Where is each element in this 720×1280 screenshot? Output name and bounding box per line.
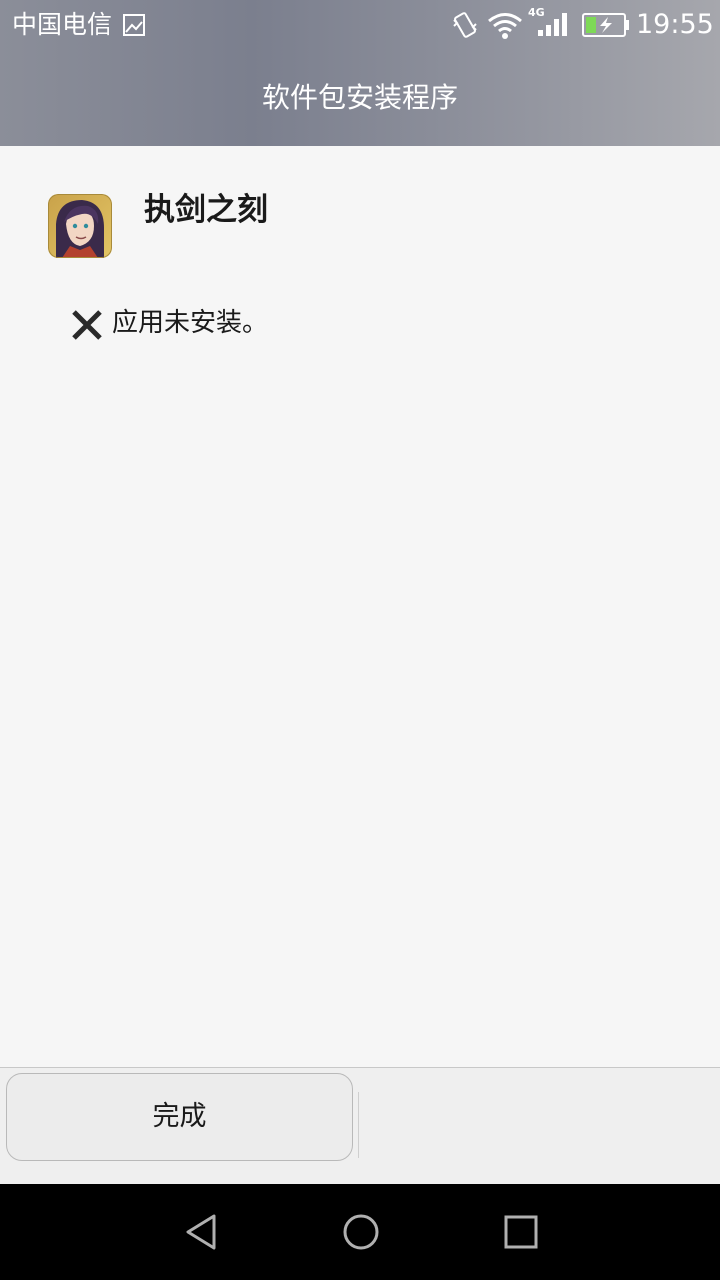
battery-charging-icon — [582, 12, 630, 38]
vibrate-icon — [452, 10, 478, 40]
back-triangle-icon[interactable] — [182, 1212, 222, 1252]
sim-card-icon — [122, 13, 146, 37]
recents-square-icon[interactable] — [502, 1213, 540, 1251]
carrier-name: 中国电信 — [12, 10, 113, 39]
close-x-icon — [70, 308, 104, 342]
home-circle-icon[interactable] — [341, 1212, 381, 1252]
done-button[interactable]: 完成 — [6, 1073, 353, 1161]
clock: 19:55 — [636, 9, 714, 40]
navigation-bar — [0, 1184, 720, 1280]
title-bar: 软件包安装程序 — [0, 50, 720, 146]
wifi-icon — [487, 12, 523, 40]
app-icon — [48, 194, 112, 258]
button-divider — [358, 1092, 359, 1158]
app-name: 执剑之刻 — [144, 192, 268, 228]
status-bar: 中国电信 4G 19:55 — [0, 0, 720, 50]
install-status-text: 应用未安装。 — [112, 308, 269, 338]
cell-signal-icon — [536, 10, 570, 38]
installer-screen: 中国电信 4G 19:55 软件包安装程序 执剑之刻 应用未安装。 完成 — [0, 0, 720, 1280]
page-title: 软件包安装程序 — [261, 81, 458, 114]
button-bar: 完成 — [0, 1067, 720, 1184]
top-bar: 中国电信 4G 19:55 软件包安装程序 — [0, 0, 720, 146]
app-info: 执剑之刻 — [48, 192, 688, 258]
